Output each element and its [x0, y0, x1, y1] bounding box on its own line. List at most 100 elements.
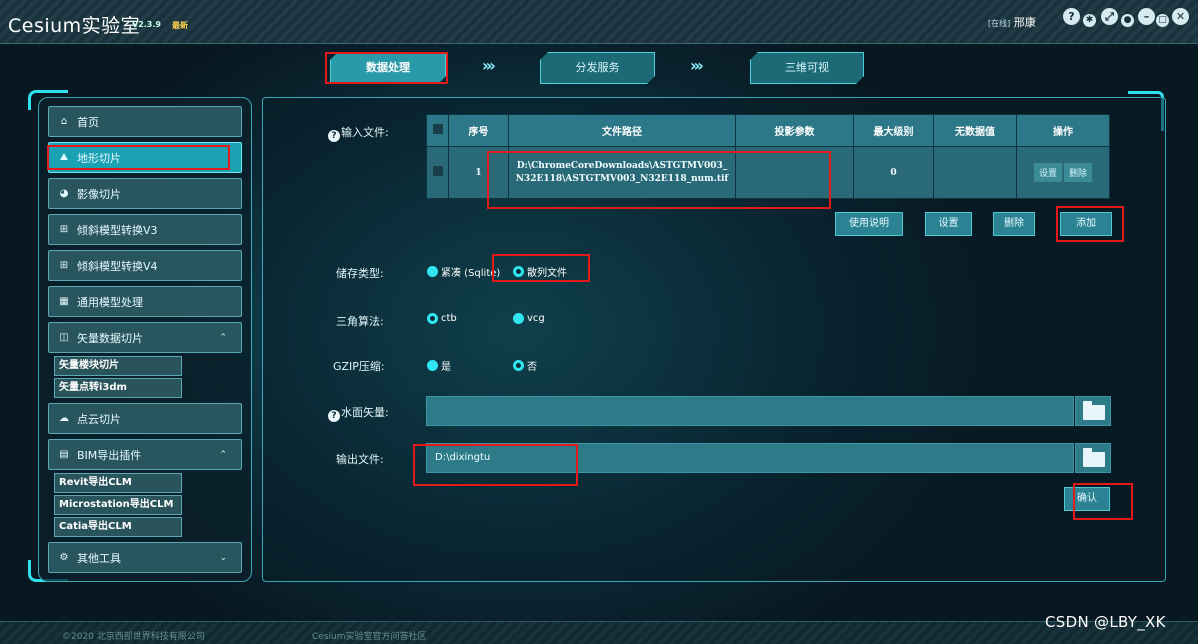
- user-info[interactable]: [在线] 邢康: [988, 14, 1036, 30]
- sidebar-item-model-processing[interactable]: ▦ 通用模型处理: [48, 286, 242, 317]
- output-file-label: 输出文件:: [336, 453, 384, 466]
- sidebar-subitem-revit[interactable]: Revit导出CLM: [54, 473, 182, 493]
- radio-checked-icon: [513, 360, 524, 371]
- triangulation-label: 三角算法:: [336, 315, 384, 328]
- sidebar-item-other-tools[interactable]: ⚙ 其他工具 ⌄: [48, 542, 242, 573]
- radio-unchecked-icon: [513, 313, 524, 324]
- col-ops: 操作: [1016, 114, 1110, 147]
- globe-icon: ◕: [59, 188, 69, 199]
- water-vector-input[interactable]: [426, 396, 1074, 426]
- footer-community-link[interactable]: Cesium实验室官方问答社区: [312, 629, 426, 642]
- chevron-up-icon: ⌃: [219, 332, 227, 343]
- sidebar-item-label: 倾斜模型转换V3: [77, 223, 158, 237]
- storage-type-label: 储存类型:: [336, 267, 384, 280]
- title-bar: Cesium实验室 V2.3.9 最新 [在线] 邢康 ? ✱ ⤢ ● – □ …: [0, 0, 1198, 44]
- sidebar-item-oblique-v3[interactable]: ⊞ 倾斜模型转换V3: [48, 214, 242, 245]
- user-icon[interactable]: ●: [1121, 14, 1134, 27]
- sidebar-item-label: 矢量数据切片: [77, 331, 143, 345]
- sidebar-item-label: 影像切片: [77, 187, 121, 201]
- app-version: V2.3.9: [132, 20, 161, 29]
- gzip-label: GZIP压缩:: [333, 360, 385, 373]
- row-nodata: [933, 146, 1017, 199]
- row-delete-button[interactable]: 删除: [1064, 163, 1093, 182]
- home-icon: ⌂: [60, 116, 68, 127]
- help-icon[interactable]: ?: [1063, 8, 1080, 25]
- footer-copyright: ©2020 北京西部世界科技有限公司: [62, 632, 205, 642]
- input-file-label: ? 输入文件:: [328, 124, 389, 142]
- usage-guide-button[interactable]: 使用说明: [835, 212, 903, 236]
- help-icon[interactable]: ?: [328, 130, 340, 142]
- sidebar-item-pointcloud[interactable]: ☁ 点云切片: [48, 403, 242, 434]
- sidebar-item-label: 其他工具: [77, 551, 121, 565]
- radio-unchecked-icon: [427, 360, 438, 371]
- radio-label: 是: [441, 362, 451, 373]
- water-vector-label: ? 水面矢量:: [328, 404, 389, 422]
- step-arrow-icon: ›››: [482, 56, 496, 75]
- highlight-box: [325, 52, 448, 84]
- radio-label: ctb: [441, 313, 457, 324]
- storage-compact-radio[interactable]: 紧凑 (Sqlite): [427, 264, 500, 279]
- select-all-checkbox[interactable]: [426, 114, 449, 147]
- input-file-label-text: 输入文件:: [341, 126, 389, 139]
- step-3d-view[interactable]: 三维可视: [750, 52, 864, 84]
- gzip-yes-radio[interactable]: 是: [427, 358, 451, 373]
- sidebar-item-vector-tiling[interactable]: ◫ 矢量数据切片 ⌃: [48, 322, 242, 353]
- radio-unchecked-icon: [427, 266, 438, 277]
- sidebar-subitem-vector-building[interactable]: 矢量楼块切片: [54, 356, 182, 376]
- sidebar-item-bim-export[interactable]: ▤ BIM导出插件 ⌃: [48, 439, 242, 470]
- algo-ctb-radio[interactable]: ctb: [427, 313, 457, 324]
- sidebar-item-label: 点云切片: [77, 412, 121, 426]
- row-max-level: 0: [853, 146, 934, 199]
- user-name: 邢康: [1013, 16, 1036, 29]
- sidebar-item-label: 倾斜模型转换V4: [77, 259, 158, 273]
- vector-icon: ◫: [59, 332, 69, 343]
- tools-icon: ⚙: [59, 552, 69, 563]
- checkbox-icon: [432, 124, 443, 134]
- step-distribution[interactable]: 分发服务: [540, 52, 655, 84]
- sidebar-subitem-catia[interactable]: Catia导出CLM: [54, 517, 182, 537]
- pointcloud-icon: ☁: [59, 413, 69, 424]
- water-vector-label-text: 水面矢量:: [341, 406, 389, 419]
- sidebar-item-imagery-tiling[interactable]: ◕ 影像切片: [48, 178, 242, 209]
- help-icon[interactable]: ?: [328, 410, 340, 422]
- close-icon[interactable]: ✕: [1172, 8, 1189, 25]
- delete-button[interactable]: 删除: [993, 212, 1035, 236]
- oblique-model-icon: ⊞: [59, 224, 69, 235]
- sidebar-subitem-microstation[interactable]: Microstation导出CLM: [54, 495, 182, 515]
- row-checkbox[interactable]: [426, 146, 449, 199]
- sidebar-item-label: 首页: [77, 115, 99, 129]
- model-icon: ▦: [59, 296, 69, 307]
- minimize-icon[interactable]: –: [1138, 8, 1155, 25]
- update-badge[interactable]: 最新: [172, 20, 188, 31]
- watermark: CSDN @LBY_XK: [1045, 613, 1166, 631]
- expand-icon[interactable]: ⤢: [1101, 8, 1118, 25]
- row-settings-button[interactable]: 设置: [1033, 163, 1062, 182]
- row-ops: 设置 删除: [1016, 146, 1110, 199]
- settings-icon[interactable]: ✱: [1083, 14, 1096, 27]
- bim-icon: ▤: [59, 449, 69, 460]
- sidebar-item-oblique-v4[interactable]: ⊞ 倾斜模型转换V4: [48, 250, 242, 281]
- highlight-box: [47, 145, 230, 170]
- sidebar: ⌂ 首页 ⛰ 地形切片 ◕ 影像切片 ⊞ 倾斜模型转换V3 ⊞ 倾斜模型转换V4 ▦ 通用模…: [48, 106, 242, 578]
- table-header-row: 序号 文件路径 投影参数 最大级别 无数据值 操作: [426, 114, 1110, 147]
- highlight-box: [1056, 206, 1124, 242]
- folder-icon: [1083, 448, 1105, 467]
- gzip-no-radio[interactable]: 否: [513, 358, 537, 373]
- sidebar-item-label: 通用模型处理: [77, 295, 143, 309]
- restore-icon[interactable]: □: [1156, 14, 1169, 27]
- oblique-model-icon: ⊞: [59, 260, 69, 271]
- step-arrow-icon: ›››: [690, 56, 704, 75]
- sidebar-item-home[interactable]: ⌂ 首页: [48, 106, 242, 137]
- settings-button[interactable]: 设置: [925, 212, 972, 236]
- radio-label: 否: [527, 362, 537, 373]
- col-index: 序号: [448, 114, 509, 147]
- highlight-box: [492, 254, 590, 282]
- highlight-box: [1073, 483, 1133, 520]
- sidebar-subitem-vector-point-i3dm[interactable]: 矢量点转i3dm: [54, 378, 182, 398]
- col-path: 文件路径: [508, 114, 736, 147]
- sidebar-item-label: BIM导出插件: [77, 448, 142, 462]
- algo-vcg-radio[interactable]: vcg: [513, 313, 545, 324]
- water-vector-browse-button[interactable]: [1075, 396, 1111, 426]
- output-browse-button[interactable]: [1075, 443, 1111, 473]
- col-projection: 投影参数: [735, 114, 854, 147]
